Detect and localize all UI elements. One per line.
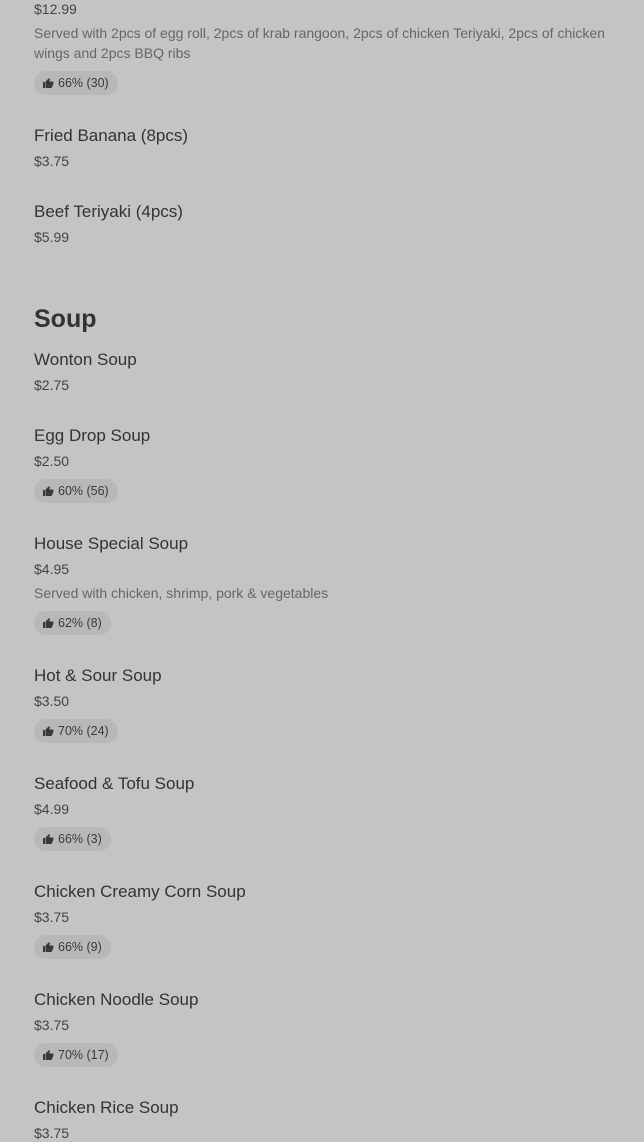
rating-badge: 70% (17) bbox=[34, 1043, 118, 1067]
thumbs-up-icon bbox=[43, 942, 54, 952]
item-price: $3.75 bbox=[34, 153, 70, 169]
thumbs-up-icon bbox=[43, 834, 54, 844]
item-price: $12.99 bbox=[34, 1, 77, 17]
item-price: $3.75 bbox=[34, 1017, 70, 1033]
rating-badge: 62% (8) bbox=[34, 611, 111, 635]
rating-text: 62% (8) bbox=[58, 616, 102, 630]
rating-badge: 60% (56) bbox=[34, 479, 118, 503]
item-name: House Special Soup bbox=[34, 534, 189, 553]
item-name: Chicken Noodle Soup bbox=[34, 990, 199, 1009]
rating-badge: 66% (30) bbox=[34, 71, 118, 95]
item-description: Served with chicken, shrimp, pork & vege… bbox=[34, 585, 329, 601]
rating-text: 60% (56) bbox=[58, 484, 109, 498]
item-price: $5.99 bbox=[34, 229, 70, 245]
item-name: Wonton Soup bbox=[34, 350, 137, 369]
rating-text: 70% (17) bbox=[58, 1048, 109, 1062]
rating-badge: 66% (3) bbox=[34, 827, 111, 851]
item-price: $3.75 bbox=[34, 1125, 70, 1141]
item-name: Beef Teriyaki (4pcs) bbox=[34, 202, 183, 221]
item-name: Hot & Sour Soup bbox=[34, 666, 162, 685]
item-name: Chicken Rice Soup bbox=[34, 1098, 179, 1117]
item-price: $4.99 bbox=[34, 801, 70, 817]
thumbs-up-icon bbox=[43, 726, 54, 736]
thumbs-up-icon bbox=[43, 78, 54, 88]
item-price: $2.50 bbox=[34, 453, 70, 469]
rating-text: 70% (24) bbox=[58, 724, 109, 738]
item-name: Fried Banana (8pcs) bbox=[34, 126, 189, 145]
thumbs-up-icon bbox=[43, 618, 54, 628]
item-name: Chicken Creamy Corn Soup bbox=[34, 882, 246, 901]
section-title-soup: Soup bbox=[34, 305, 97, 333]
rating-badge: 70% (24) bbox=[34, 719, 118, 743]
item-price: $3.75 bbox=[34, 909, 70, 925]
item-description: Served with 2pcs of egg roll, 2pcs of kr… bbox=[34, 25, 605, 61]
item-price: $3.50 bbox=[34, 693, 70, 709]
item-name: Egg Drop Soup bbox=[34, 426, 151, 445]
rating-badge: 66% (9) bbox=[34, 935, 111, 959]
thumbs-up-icon bbox=[43, 1050, 54, 1060]
item-price: $2.75 bbox=[34, 377, 70, 393]
thumbs-up-icon bbox=[43, 486, 54, 496]
item-price: $4.95 bbox=[34, 561, 70, 577]
rating-text: 66% (9) bbox=[58, 940, 102, 954]
rating-text: 66% (30) bbox=[58, 76, 109, 90]
rating-text: 66% (3) bbox=[58, 832, 102, 846]
item-name: Seafood & Tofu Soup bbox=[34, 774, 195, 793]
